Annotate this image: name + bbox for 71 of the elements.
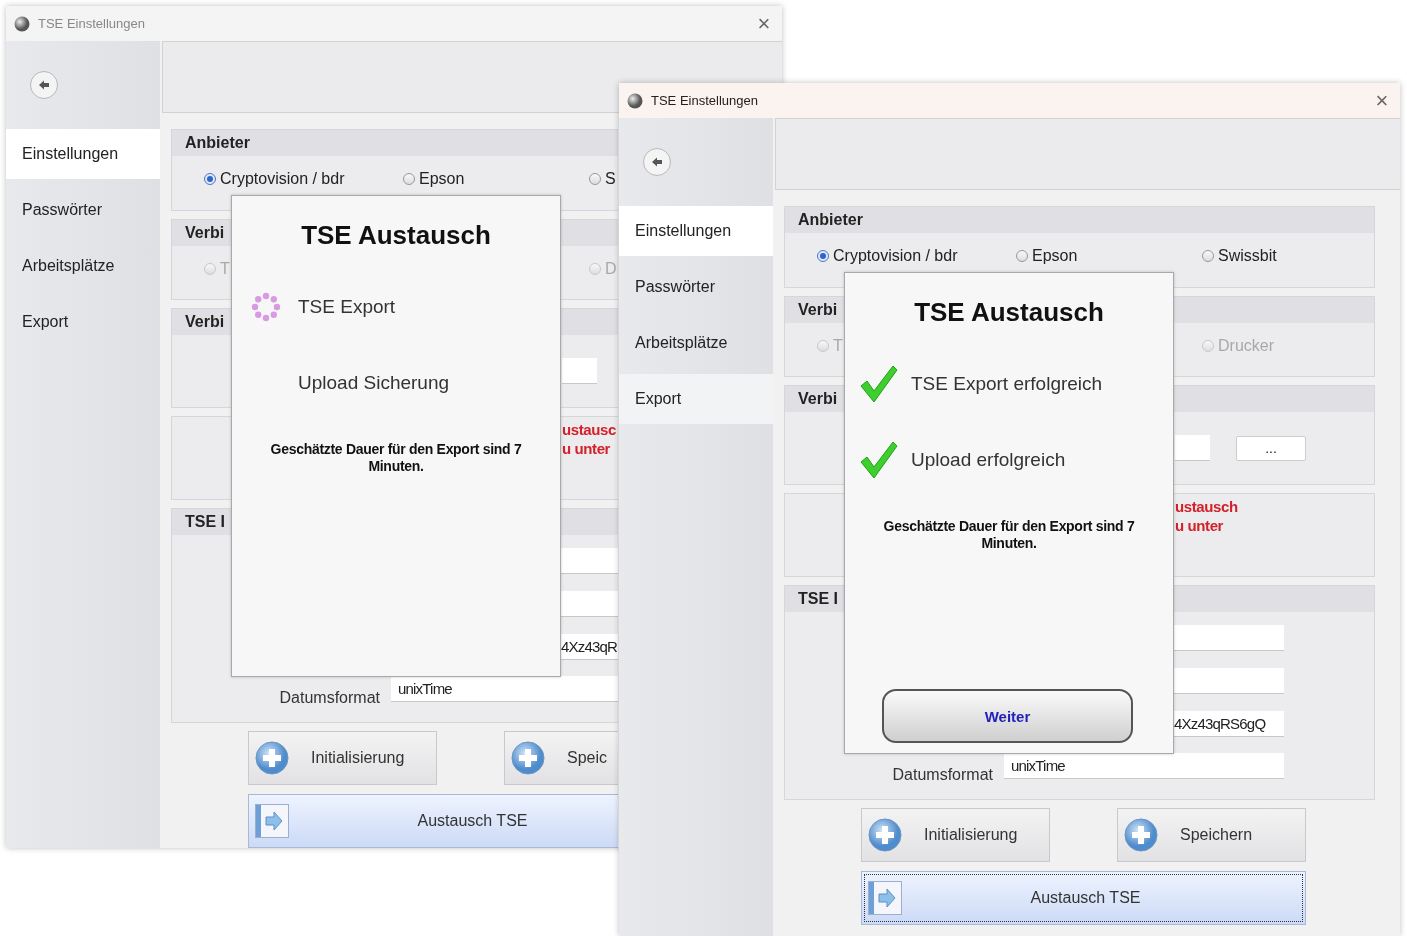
arrow-right-icon bbox=[255, 804, 289, 838]
sidebar-item[interactable]: Export bbox=[619, 374, 773, 424]
step-label: Upload Sicherung bbox=[298, 372, 450, 394]
app-icon bbox=[627, 92, 643, 109]
back-arrow-icon bbox=[650, 155, 664, 169]
group-title: Verbi bbox=[185, 224, 225, 242]
back-arrow-icon bbox=[37, 78, 51, 92]
text-field[interactable]: 4Xz43qR bbox=[560, 634, 618, 660]
checkmark-icon bbox=[859, 440, 899, 480]
step-label: TSE Export erfolgreich bbox=[911, 373, 1103, 395]
text-field[interactable] bbox=[1175, 435, 1210, 461]
continue-button[interactable]: Weiter bbox=[882, 689, 1133, 743]
group-title: Anbieter bbox=[185, 134, 250, 152]
warning-text: ustausch bbox=[1175, 497, 1238, 516]
sidebar-item[interactable]: Arbeitsplätze bbox=[6, 241, 160, 291]
action-button[interactable]: Initialisierung bbox=[861, 808, 1050, 862]
field-label: Datumsformat bbox=[278, 688, 380, 707]
group-title: Verbi bbox=[185, 313, 225, 331]
sidebar-item[interactable]: Passwörter bbox=[619, 262, 773, 312]
warning-text: u unter bbox=[562, 439, 611, 458]
warning-text: ustausc bbox=[562, 420, 616, 439]
dialog-message: Geschätzte Dauer für den Export sind 7 Minuten. bbox=[882, 518, 1136, 552]
radio-button[interactable]: S bbox=[589, 170, 618, 188]
sidebar-item[interactable]: Einstellungen bbox=[6, 129, 160, 179]
window-title: TSE Einstellungen bbox=[651, 93, 759, 108]
field-label: Datumsformat bbox=[891, 765, 993, 784]
plus-icon bbox=[511, 741, 545, 775]
dialog-title: TSE Austausch bbox=[913, 297, 1105, 328]
text-field[interactable] bbox=[562, 358, 597, 384]
group-title: TSE I bbox=[798, 590, 838, 608]
date-format-field[interactable]: unixTime bbox=[391, 676, 618, 702]
action-button[interactable]: Initialisierung bbox=[248, 731, 437, 785]
window-title: TSE Einstellungen bbox=[38, 16, 146, 31]
dialog-message: Geschätzte Dauer für den Export sind 7 Minuten. bbox=[269, 441, 523, 475]
action-button[interactable]: Speichern bbox=[1117, 808, 1306, 862]
browse-button[interactable]: ... bbox=[1236, 435, 1306, 461]
arrow-right-icon bbox=[868, 881, 902, 915]
close-button[interactable]: × bbox=[754, 12, 774, 35]
group-title: Verbi bbox=[798, 390, 838, 408]
plus-icon bbox=[255, 741, 289, 775]
action-button[interactable]: Speic bbox=[504, 731, 618, 785]
group-title: TSE I bbox=[185, 513, 225, 531]
close-button[interactable]: × bbox=[1372, 89, 1392, 112]
warning-text: u unter bbox=[1175, 516, 1224, 535]
step-label: TSE Export bbox=[298, 296, 396, 318]
radio-button[interactable]: Cryptovision / bdr bbox=[817, 247, 1016, 265]
sidebar-item[interactable]: Einstellungen bbox=[619, 206, 773, 256]
plus-icon bbox=[868, 818, 902, 852]
loading-spinner-icon bbox=[250, 291, 282, 323]
back-button[interactable] bbox=[643, 148, 671, 176]
step-label: Upload erfolgreich bbox=[911, 449, 1066, 471]
text-field[interactable]: 4Xz43qRS6gQ bbox=[1173, 711, 1284, 737]
sidebar-item[interactable]: Arbeitsplätze bbox=[619, 318, 773, 368]
group-title: Verbi bbox=[798, 301, 838, 319]
dialog-title: TSE Austausch bbox=[300, 220, 492, 251]
radio-button[interactable]: Epson bbox=[403, 170, 589, 188]
checkmark-icon bbox=[859, 364, 899, 404]
app-icon bbox=[14, 15, 30, 32]
text-field[interactable] bbox=[1173, 668, 1284, 694]
plus-icon bbox=[1124, 818, 1158, 852]
text-field[interactable] bbox=[1173, 625, 1284, 651]
radio-button[interactable]: Swissbit bbox=[1202, 247, 1374, 265]
back-button[interactable] bbox=[30, 71, 58, 99]
date-format-field[interactable]: unixTime bbox=[1004, 753, 1284, 779]
sidebar-item[interactable]: Export bbox=[6, 297, 160, 347]
exchange-button[interactable]: Austausch TSE bbox=[861, 871, 1306, 925]
group-title: Anbieter bbox=[798, 211, 863, 229]
sidebar-item[interactable]: Passwörter bbox=[6, 185, 160, 235]
radio-button[interactable]: Epson bbox=[1016, 247, 1202, 265]
exchange-button[interactable]: Austausch TSE bbox=[248, 794, 618, 848]
radio-button[interactable]: Cryptovision / bdr bbox=[204, 170, 403, 188]
